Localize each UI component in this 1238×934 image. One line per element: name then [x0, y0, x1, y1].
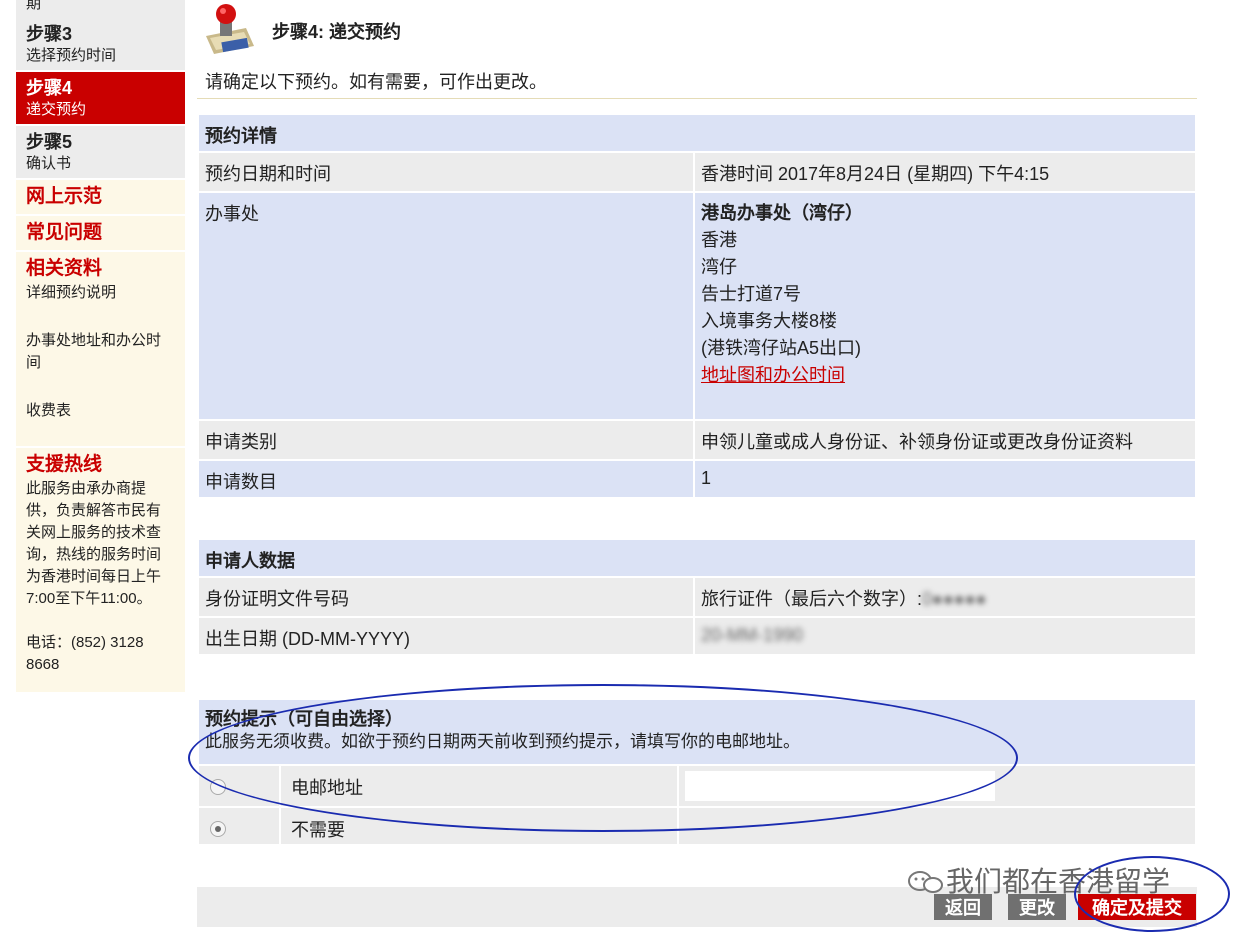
page-header: 步骤4: 递交预约 — [197, 0, 1197, 62]
datetime-value: 香港时间 2017年8月24日 (星期四) 下午4:15 — [695, 153, 1195, 191]
step-subtitle: 递交预约 — [26, 101, 87, 118]
datetime-label: 预约日期和时间 — [199, 153, 695, 191]
sidebar-link-online-demo[interactable]: 网上示范 — [16, 180, 185, 216]
reminder-option-email: 电邮地址 — [199, 764, 1195, 806]
wechat-icon — [908, 871, 943, 893]
sidebar: 期 步骤3 选择预约时间 步骤4 递交预约 步骤5 确认书 网上示范 常见问题 … — [16, 0, 185, 692]
address-line: 香港 — [701, 230, 737, 250]
application-type-label: 申请类别 — [199, 421, 695, 459]
id-number-value: 旅行证件（最后六个数字）:0●●●●● — [695, 578, 1195, 616]
radio-cell — [199, 766, 281, 806]
sidebar-related-info: 相关资料 详细预约说明 办事处地址和办公时间 收费表 — [16, 252, 185, 448]
application-type-value: 申领儿童或成人身份证、补领身份证或更改身份证资料 — [695, 421, 1195, 459]
step-subtitle: 确认书 — [26, 155, 72, 172]
email-option-label: 电邮地址 — [281, 766, 679, 806]
related-item-office-hours[interactable]: 办事处地址和办公时间 — [26, 330, 175, 374]
reminder-header: 预约提示（可自由选择） 此服务无须收费。如欲于预约日期两天前收到预约提示，请填写… — [199, 700, 1195, 764]
table-row: 申请数目 1 — [199, 459, 1195, 497]
step-title: 步骤5 — [26, 132, 73, 152]
reminder-section: 预约提示（可自由选择） 此服务无须收费。如欲于预约日期两天前收到预约提示，请填写… — [199, 700, 1195, 844]
page-title: 步骤4: 递交预约 — [272, 22, 402, 42]
email-input-cell — [679, 766, 1195, 806]
no-reminder-label: 不需要 — [281, 808, 679, 844]
hotline-title: 支援热线 — [26, 454, 103, 475]
empty-cell — [679, 808, 1195, 844]
hotline-description: 此服务由承办商提供，负责解答市民有关网上服务的技术查询，热线的服务时间为香港时间… — [26, 480, 162, 607]
step-title: 步骤3 — [26, 24, 73, 44]
office-name: 港岛办事处（湾仔） — [701, 203, 863, 223]
watermark-text: 我们都在香港留学 — [946, 866, 1171, 897]
stamp-icon — [206, 4, 254, 54]
table-row: 预约日期和时间 香港时间 2017年8月24日 (星期四) 下午4:15 — [199, 151, 1195, 191]
applicant-data-section: 申请人数据 身份证明文件号码 旅行证件（最后六个数字）:0●●●●● 出生日期 … — [199, 540, 1195, 654]
back-button[interactable]: 返回 — [934, 894, 992, 920]
email-radio[interactable] — [210, 779, 226, 795]
address-line: 入境事务大楼8楼 — [701, 311, 838, 331]
address-line: 湾仔 — [701, 257, 737, 277]
no-reminder-radio[interactable] — [210, 821, 226, 837]
change-button[interactable]: 更改 — [1008, 894, 1066, 920]
section-heading: 预约详情 — [199, 115, 1195, 151]
sidebar-link-faq[interactable]: 常见问题 — [16, 216, 185, 252]
table-row: 出生日期 (DD-MM-YYYY) 20-MM-1990 — [199, 616, 1195, 654]
confirm-submit-button[interactable]: 确定及提交 — [1078, 894, 1196, 920]
email-input[interactable] — [685, 771, 995, 801]
step-title: 步骤4 — [26, 78, 73, 98]
application-count-value: 1 — [695, 461, 1195, 497]
hotline-phone: 电话：(852) 3128 8668 — [26, 634, 144, 673]
office-label: 办事处 — [199, 193, 695, 419]
sidebar-step-5[interactable]: 步骤5 确认书 — [16, 126, 185, 180]
sidebar-hotline: 支援热线 此服务由承办商提供，负责解答市民有关网上服务的技术查询，热线的服务时间… — [16, 448, 185, 680]
main-content: 步骤4: 递交预约 请确定以下预约。如有需要，可作出更改。 预约详情 预约日期和… — [197, 0, 1197, 844]
related-item-appointment-guide[interactable]: 详细预约说明 — [26, 282, 175, 304]
link-title[interactable]: 常见问题 — [26, 220, 175, 246]
divider — [197, 98, 1197, 99]
address-line: (港铁湾仔站A5出口) — [701, 338, 862, 358]
id-number-label: 身份证明文件号码 — [199, 578, 695, 616]
sidebar-step-3[interactable]: 步骤3 选择预约时间 — [16, 18, 185, 72]
dob-value: 20-MM-1990 — [695, 618, 1195, 654]
sidebar-top-fragment: 期 — [16, 0, 185, 18]
reminder-description: 此服务无须收费。如欲于预约日期两天前收到预约提示，请填写你的电邮地址。 — [205, 732, 800, 751]
appointment-details-section: 预约详情 预约日期和时间 香港时间 2017年8月24日 (星期四) 下午4:1… — [199, 115, 1195, 497]
dob-masked: 20-MM-1990 — [701, 625, 804, 645]
reminder-option-none: 不需要 — [199, 806, 1195, 844]
application-count-label: 申请数目 — [199, 461, 695, 497]
section-heading: 申请人数据 — [199, 540, 1195, 576]
address-line: 告士打道7号 — [701, 284, 802, 304]
table-row: 申请类别 申领儿童或成人身份证、补领身份证或更改身份证资料 — [199, 419, 1195, 459]
intro-text: 请确定以下预约。如有需要，可作出更改。 — [205, 72, 547, 92]
related-title: 相关资料 — [26, 258, 103, 279]
office-address: 港岛办事处（湾仔） 香港 湾仔 告士打道7号 入境事务大楼8楼 (港铁湾仔站A5… — [695, 193, 1195, 419]
related-item-fee-table[interactable]: 收费表 — [26, 400, 175, 422]
step-subtitle: 选择预约时间 — [26, 47, 117, 64]
dob-label: 出生日期 (DD-MM-YYYY) — [199, 618, 695, 654]
reminder-title: 预约提示（可自由选择） — [205, 709, 403, 729]
id-number-prefix: 旅行证件（最后六个数字）: — [701, 589, 922, 609]
table-row: 办事处 港岛办事处（湾仔） 香港 湾仔 告士打道7号 入境事务大楼8楼 (港铁湾… — [199, 191, 1195, 419]
link-title[interactable]: 网上示范 — [26, 184, 175, 210]
radio-cell — [199, 808, 281, 844]
map-and-hours-link[interactable]: 地址图和办公时间 — [701, 362, 1189, 389]
id-number-masked: 0●●●●● — [922, 589, 987, 609]
sidebar-step-4-active[interactable]: 步骤4 递交预约 — [16, 72, 185, 126]
table-row: 身份证明文件号码 旅行证件（最后六个数字）:0●●●●● — [199, 576, 1195, 616]
